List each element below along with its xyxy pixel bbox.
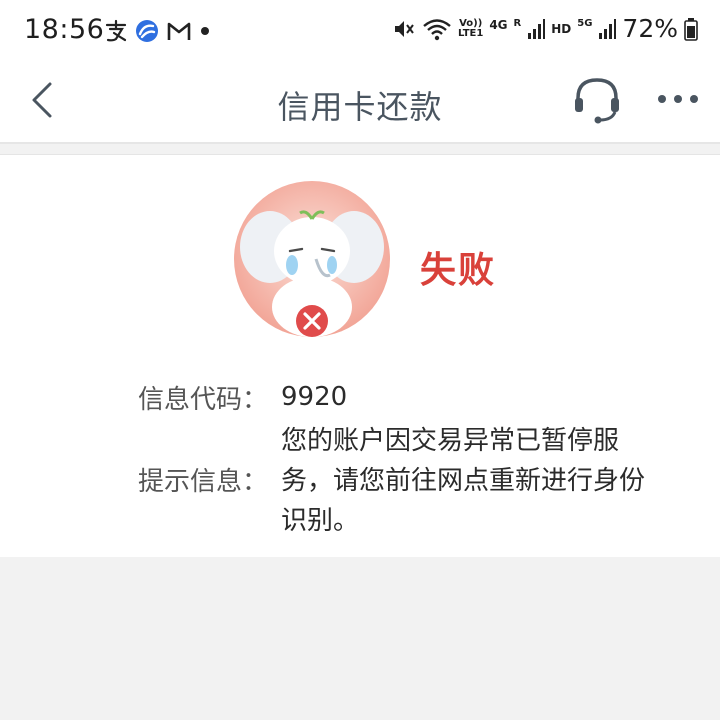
gmail-icon xyxy=(167,22,191,40)
result-status: 失败 xyxy=(420,250,497,291)
nav-bar: 信用卡还款 xyxy=(0,64,720,142)
notification-dot-icon xyxy=(201,27,209,35)
battery-icon xyxy=(684,17,698,41)
app-swirl-icon xyxy=(136,20,158,42)
info-tip-label: 提示信息： xyxy=(138,467,269,497)
nav-divider xyxy=(0,142,720,144)
alipay-icon xyxy=(105,19,127,42)
status-left-icons xyxy=(104,18,212,44)
hd-label: HD xyxy=(551,21,572,36)
lte-label: LTE1 xyxy=(458,27,484,39)
signal-icon xyxy=(599,18,617,39)
roaming-label: R xyxy=(513,17,522,29)
four-g-label: 4G xyxy=(489,17,508,32)
status-bar: 18:56 Vo)) LTE1 4G R HD 5G 72% xyxy=(0,0,720,64)
mute-icon xyxy=(395,20,414,37)
status-right-icons: Vo)) LTE1 4G R HD 5G 72% xyxy=(392,14,698,43)
five-g-label: 5G xyxy=(577,17,593,29)
customer-service-icon[interactable] xyxy=(572,74,622,124)
info-code-value: 9920 xyxy=(281,382,348,412)
signal-icon xyxy=(528,18,546,39)
crying-elephant-icon xyxy=(234,181,390,337)
battery-percent: 72% xyxy=(622,14,678,43)
blank-area xyxy=(0,557,720,720)
more-icon[interactable] xyxy=(656,84,700,114)
volte-label: Vo)) xyxy=(459,17,483,29)
info-tip-value: 您的账户因交易异常已暂停服务，请您前往网点重新进行身份识别。 xyxy=(281,426,646,536)
info-code-label: 信息代码： xyxy=(138,385,269,415)
wifi-icon xyxy=(423,18,451,40)
volte-label-group: Vo)) LTE1 xyxy=(458,17,484,39)
status-time: 18:56 xyxy=(24,14,105,45)
result-card: 失败 信息代码： 9920 提示信息： 您的账户因交易异常已暂停服务，请您前往网… xyxy=(0,154,720,558)
